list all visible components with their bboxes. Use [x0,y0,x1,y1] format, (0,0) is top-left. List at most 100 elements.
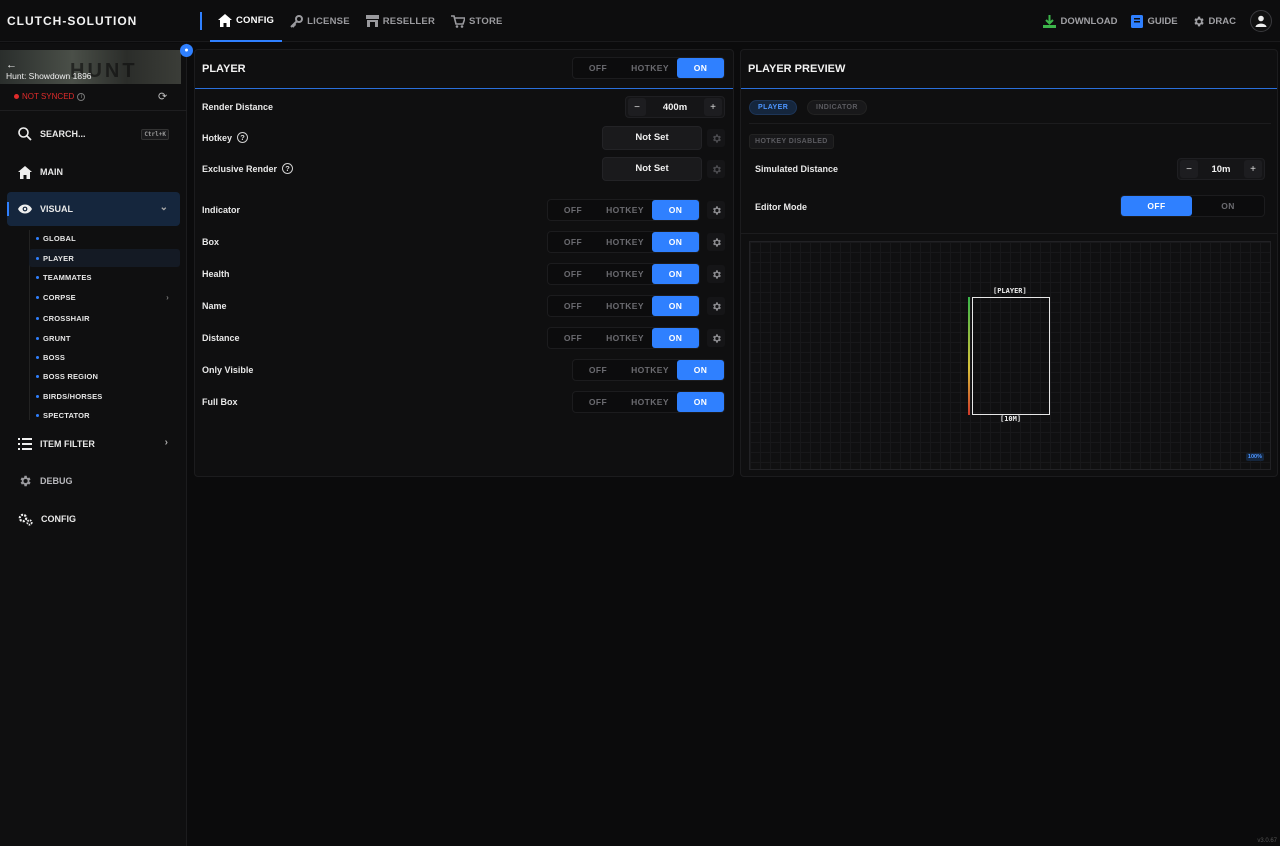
hotkey-bind-button[interactable]: Not Set [602,126,702,150]
health-mode-toggle[interactable]: OFF HOTKEY ON [547,263,700,285]
toggle-hotkey[interactable]: HOTKEY [623,360,677,380]
exclusive-render-bind-button[interactable]: Not Set [602,157,702,181]
pin-icon[interactable]: ● [180,44,193,57]
sidebar-item-main[interactable]: MAIN [7,155,180,189]
toggle-on[interactable]: ON [652,200,699,220]
hotkey-settings-button[interactable] [707,129,725,147]
guide-button[interactable]: GUIDE [1131,14,1178,28]
distance-mode-toggle[interactable]: OFF HOTKEY ON [547,327,700,349]
indicator-settings-button[interactable] [707,201,725,219]
submenu-item-birds-horses[interactable]: BIRDS/HORSES [29,387,180,405]
toggle-on[interactable]: ON [1192,196,1264,216]
refresh-icon[interactable]: ⟳ [158,90,167,103]
toggle-on[interactable]: ON [652,264,699,284]
toggle-on[interactable]: ON [652,232,699,252]
toggle-off[interactable]: OFF [573,360,623,380]
toggle-on[interactable]: ON [652,328,699,348]
decrement-button[interactable]: − [628,98,646,116]
tab-config[interactable]: CONFIG [210,0,283,42]
download-button[interactable]: DOWNLOAD [1043,14,1117,28]
help-icon[interactable]: ? [282,163,294,174]
submenu-item-crosshair[interactable]: CROSSHAIR [29,309,180,327]
esp-preview-canvas[interactable]: [PLAYER] [10M] 100% [749,241,1271,470]
back-arrow-icon[interactable]: ← [6,59,17,71]
simulated-distance-stepper[interactable]: − 10m + [1177,158,1265,180]
toggle-off[interactable]: OFF [548,296,598,316]
submenu-item-boss[interactable]: BOSS [29,348,180,366]
health-settings-button[interactable] [707,265,725,283]
toggle-hotkey[interactable]: HOTKEY [598,200,652,220]
name-settings-button[interactable] [707,297,725,315]
increment-button[interactable]: + [704,98,722,116]
sidebar: HUNT ← Hunt: Showdown 1896 ● NOT SYNCED … [0,43,193,846]
row-label-text: Box [202,237,220,247]
search-shortcut: Ctrl+K [141,129,169,140]
toggle-off[interactable]: OFF [548,200,598,220]
distance-settings-button[interactable] [707,329,725,347]
search-button[interactable]: SEARCH... Ctrl+K [7,117,180,151]
user-settings-button[interactable]: DRAC [1192,15,1236,28]
tab-reseller[interactable]: RESELLER [358,0,443,42]
decrement-button[interactable]: − [1180,160,1198,178]
toggle-off[interactable]: OFF [548,232,598,252]
toggle-hotkey[interactable]: HOTKEY [623,58,677,78]
player-box[interactable] [972,297,1050,415]
toggle-off[interactable]: OFF [548,264,598,284]
submenu-item-global[interactable]: GLOBAL [29,229,180,247]
sidebar-item-visual[interactable]: VISUAL ⌄ [7,192,180,226]
gear-icon [712,164,721,174]
submenu-item-teammates[interactable]: TEAMMATES [29,268,180,286]
game-banner[interactable]: HUNT ← Hunt: Showdown 1896 [0,50,181,84]
only-visible-mode-toggle[interactable]: OFF HOTKEY ON [572,359,725,381]
toggle-on[interactable]: ON [677,58,724,78]
toggle-hotkey[interactable]: HOTKEY [598,264,652,284]
tab-store[interactable]: STORE [443,0,511,42]
cart-icon [451,14,466,28]
submenu-item-boss-region[interactable]: BOSS REGION [29,367,180,385]
toggle-off[interactable]: OFF [1121,196,1192,216]
submenu-item-player[interactable]: PLAYER [29,249,180,267]
user-icon [1255,15,1267,27]
sidebar-item-config[interactable]: CONFIG [7,502,180,536]
preview-tab-player[interactable]: PLAYER [749,100,798,115]
player-mode-toggle[interactable]: OFF HOTKEY ON [572,57,725,79]
preview-tab-indicator[interactable]: INDICATOR [807,100,867,115]
submenu-item-corpse[interactable]: CORPSE › [29,288,180,306]
exclusive-render-settings-button[interactable] [707,160,725,178]
health-label: Health [202,269,230,279]
full-box-mode-toggle[interactable]: OFF HOTKEY ON [572,391,725,413]
toggle-off[interactable]: OFF [573,58,623,78]
toggle-hotkey[interactable]: HOTKEY [598,296,652,316]
row-label-text: Hotkey [202,132,233,143]
toggle-hotkey[interactable]: HOTKEY [598,328,652,348]
indicator-mode-toggle[interactable]: OFF HOTKEY ON [547,199,700,221]
nav-separator [200,12,202,30]
editor-mode-toggle[interactable]: OFF ON [1120,195,1265,217]
sidebar-item-debug[interactable]: DEBUG [7,464,180,498]
tab-license[interactable]: LICENSE [282,0,358,42]
help-icon[interactable]: ? [237,132,249,143]
toggle-hotkey[interactable]: HOTKEY [623,392,677,412]
guide-label: GUIDE [1147,15,1178,27]
tab-config-label: CONFIG [236,14,275,26]
player-panel: PLAYER OFF HOTKEY ON Render Distance − 4… [194,49,734,477]
info-icon[interactable]: i [77,92,86,101]
submenu-label: BIRDS/HORSES [43,391,103,401]
box-settings-button[interactable] [707,233,725,251]
increment-button[interactable]: + [1244,160,1262,178]
gear-icon [712,237,721,247]
toggle-on[interactable]: ON [677,360,724,380]
render-distance-stepper[interactable]: − 400m + [625,96,725,118]
toggle-on[interactable]: ON [652,296,699,316]
submenu-item-grunt[interactable]: GRUNT [29,329,180,347]
toggle-off[interactable]: OFF [548,328,598,348]
toggle-hotkey[interactable]: HOTKEY [598,232,652,252]
toggle-off[interactable]: OFF [573,392,623,412]
panel-title: PLAYER [202,63,246,75]
avatar[interactable] [1250,10,1272,32]
sidebar-item-item-filter[interactable]: ITEM FILTER › [7,427,180,461]
name-mode-toggle[interactable]: OFF HOTKEY ON [547,295,700,317]
box-mode-toggle[interactable]: OFF HOTKEY ON [547,231,700,253]
toggle-on[interactable]: ON [677,392,724,412]
submenu-item-spectator[interactable]: SPECTATOR [29,406,180,424]
